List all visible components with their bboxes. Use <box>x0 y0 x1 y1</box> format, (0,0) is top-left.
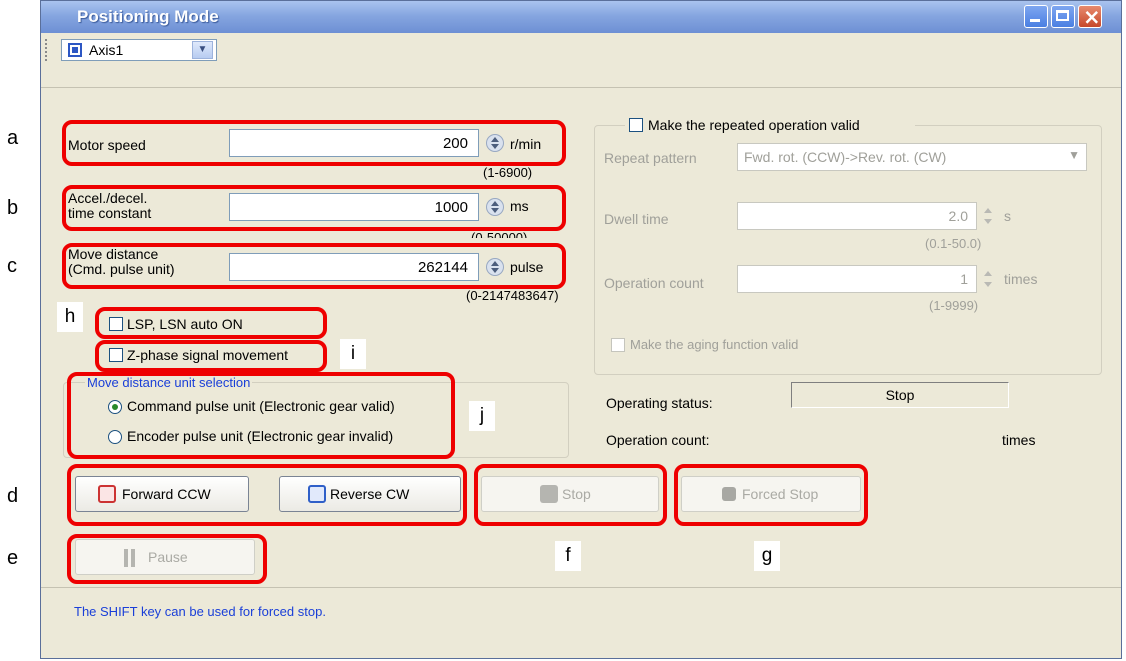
highlight-d <box>67 464 467 526</box>
footer-message: The SHIFT key can be used for forced sto… <box>74 604 326 619</box>
repeat-operation-label: Make the repeated operation valid <box>648 117 860 133</box>
dwell-time-unit: s <box>1004 208 1011 224</box>
operation-count-status-unit: times <box>1002 432 1036 448</box>
operation-count-status-label: Operation count: <box>606 432 710 448</box>
dwell-time-input[interactable]: 2.0 <box>737 202 977 230</box>
highlight-i <box>95 340 327 372</box>
highlight-e <box>67 534 267 584</box>
operation-count-range: (1-9999) <box>929 298 979 313</box>
dwell-time-label: Dwell time <box>604 211 669 227</box>
footer-divider <box>41 587 1121 588</box>
dwell-time-value: 2.0 <box>948 208 968 224</box>
dwell-time-spinner[interactable] <box>981 204 995 228</box>
positioning-mode-window: Positioning Mode × Axis1 ▼ Motor speed 2… <box>40 0 1122 659</box>
annotation-e: e <box>7 547 19 569</box>
annotation-i: i <box>340 339 366 369</box>
toolbar: Axis1 ▼ <box>41 33 1121 88</box>
repeat-pattern-chevron-down-icon: ▼ <box>1068 148 1080 162</box>
highlight-a <box>62 120 566 166</box>
toolbar-grip[interactable] <box>45 39 50 61</box>
repeat-operation-checkbox[interactable] <box>629 118 643 132</box>
window-title: Positioning Mode <box>77 7 219 26</box>
motor-speed-range: (1-6900) <box>483 165 533 180</box>
repeat-pattern-select[interactable]: Fwd. rot. (CCW)->Rev. rot. (CW) ▼ <box>737 143 1087 171</box>
annotation-h: h <box>57 302 83 332</box>
aging-function-checkbox[interactable] <box>611 338 625 352</box>
highlight-g <box>674 464 868 526</box>
accel-decel-range: (0-50000) <box>471 230 528 238</box>
annotation-j: j <box>469 401 495 431</box>
operation-count-unit: times <box>1004 271 1038 287</box>
repeat-pattern-label: Repeat pattern <box>604 150 697 166</box>
annotation-a: a <box>7 127 19 149</box>
axis-select-value: Axis1 <box>89 42 124 58</box>
aging-function-label: Make the aging function valid <box>630 337 799 352</box>
repeat-pattern-value: Fwd. rot. (CCW)->Rev. rot. (CW) <box>744 149 947 165</box>
operating-status-value: Stop <box>885 387 915 403</box>
maximize-button[interactable] <box>1051 5 1075 28</box>
highlight-b <box>62 185 566 231</box>
highlight-j <box>67 372 455 459</box>
chevron-down-icon[interactable]: ▼ <box>192 41 213 59</box>
close-button[interactable]: × <box>1078 5 1102 29</box>
close-icon: × <box>1083 5 1101 29</box>
operation-count-input[interactable]: 1 <box>737 265 977 293</box>
axis-select[interactable]: Axis1 ▼ <box>61 39 217 61</box>
annotation-f: f <box>555 541 581 571</box>
minimize-button[interactable] <box>1024 5 1048 28</box>
operating-status-field: Stop <box>791 382 1009 408</box>
annotation-b: b <box>7 197 19 219</box>
operation-count-label: Operation count <box>604 275 704 291</box>
highlight-f <box>474 464 667 526</box>
annotation-c: c <box>7 255 17 277</box>
annotation-g: g <box>754 541 780 571</box>
axis-icon <box>68 43 82 57</box>
dwell-time-range: (0.1-50.0) <box>925 236 982 251</box>
highlight-h <box>95 307 327 339</box>
move-distance-range: (0-2147483647) <box>466 288 559 303</box>
operation-count-value: 1 <box>960 271 968 287</box>
title-bar[interactable]: Positioning Mode × <box>41 1 1121 33</box>
highlight-c <box>62 243 566 289</box>
operating-status-label: Operating status: <box>606 395 713 411</box>
operation-count-spinner[interactable] <box>981 267 995 291</box>
annotation-d: d <box>7 485 19 507</box>
